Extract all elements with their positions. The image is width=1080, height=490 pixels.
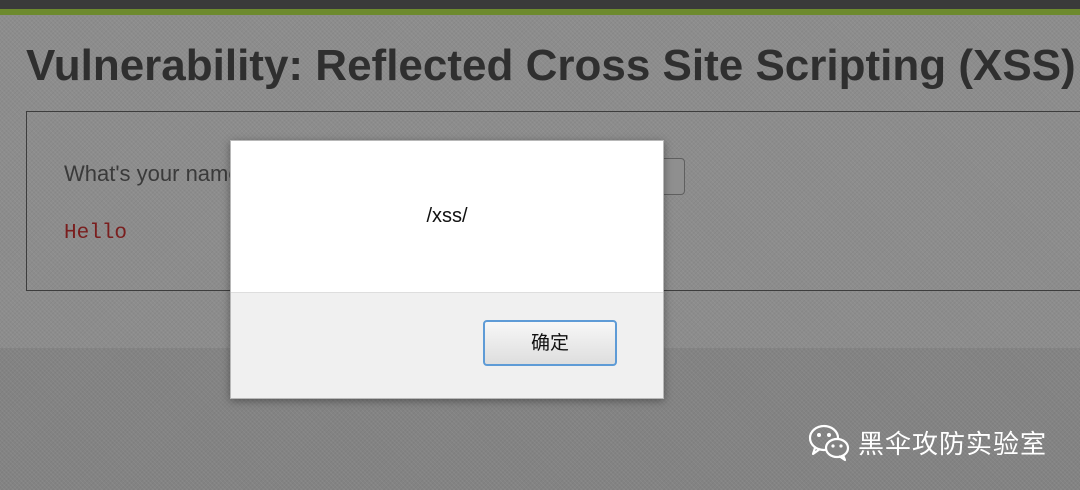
page-title: Vulnerability: Reflected Cross Site Scri… xyxy=(26,41,1076,90)
name-prompt-label: What's your name? xyxy=(64,161,253,186)
watermark-text: 黑伞攻防实验室 xyxy=(858,429,1048,460)
alert-footer: 确定 xyxy=(231,292,663,398)
reflected-output-text: Hello xyxy=(64,222,128,245)
top-header-bar xyxy=(0,0,1080,9)
watermark: 黑伞攻防实验室 xyxy=(808,422,1047,462)
alert-dialog: /xss/ 确定 xyxy=(230,140,664,399)
alert-message: /xss/ xyxy=(426,205,468,227)
wechat-icon xyxy=(808,424,850,462)
ok-button[interactable]: 确定 xyxy=(483,320,617,366)
